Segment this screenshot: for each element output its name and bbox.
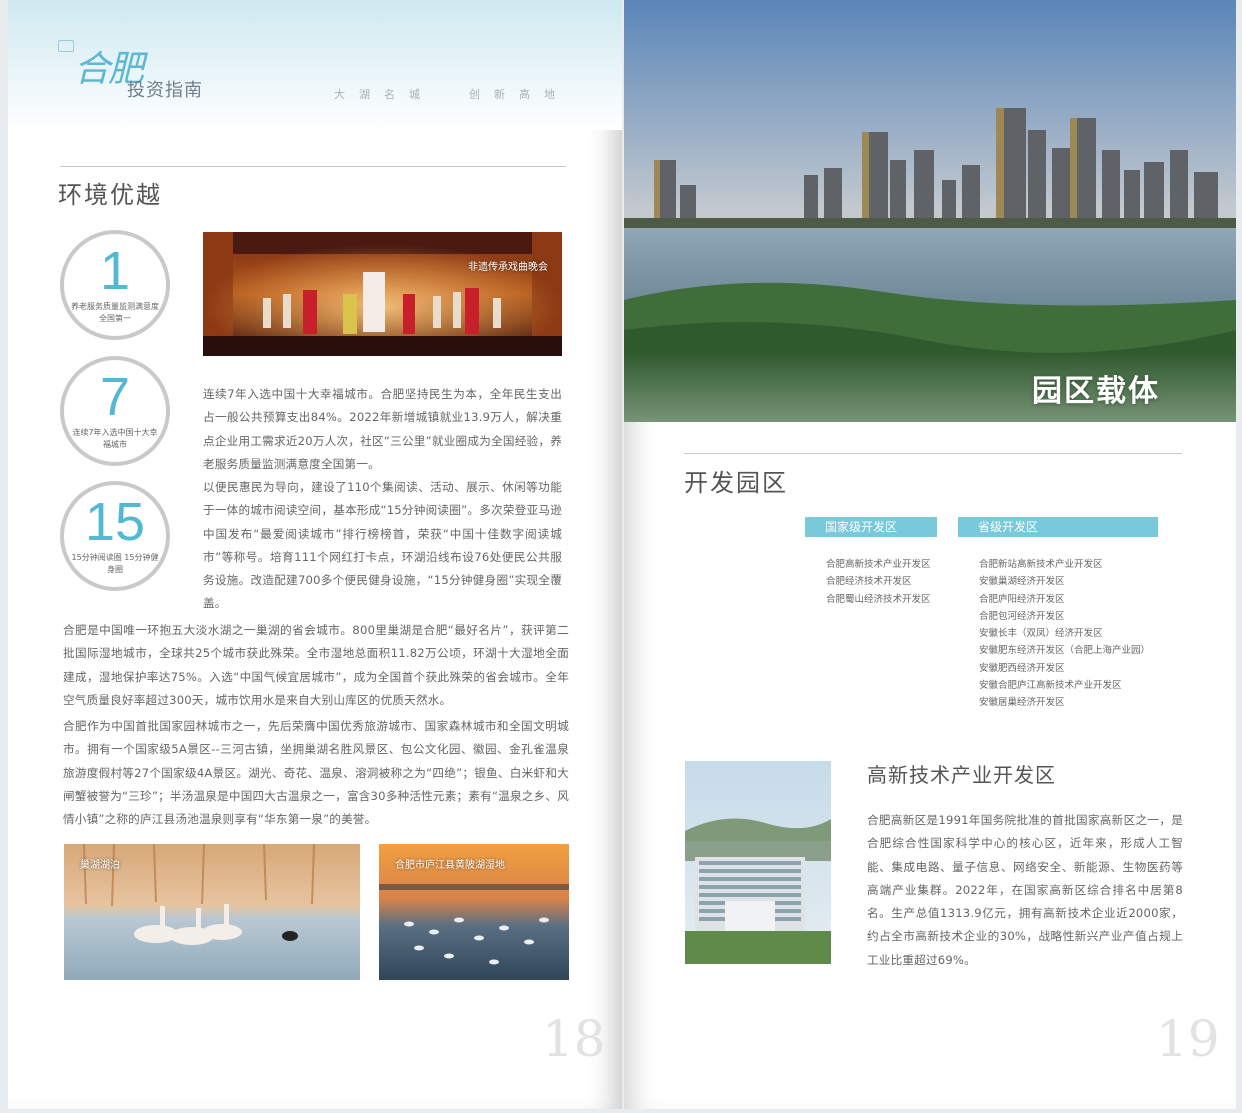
provincial-zone-list: 合肥新站高新技术产业开发区 安徽巢湖经济开发区 合肥庐阳经济开发区 合肥包河经济… — [979, 556, 1150, 712]
list-item: 合肥高新技术产业开发区 — [826, 559, 931, 570]
logo-badge-icon — [58, 40, 74, 52]
list-item: 安徽肥西经济开发区 — [979, 662, 1065, 674]
list-item: 安徽居巢经济开发区 — [979, 697, 1065, 709]
hightech-paragraph: 合肥高新区是1991年国务院批准的首批国家高新区之一，是合肥综合性国家科学中心的… — [867, 813, 1183, 967]
provincial-zone-tag: 省级开发区 — [958, 517, 1158, 537]
slogan-2: 创新高地 — [469, 88, 569, 101]
national-zone-list: 合肥高新技术产业开发区 合肥经济技术开发区 合肥蜀山经济技术开发区 — [826, 556, 931, 608]
stat-caption: 连续7年入选中国十大幸福城市 — [72, 428, 158, 449]
section-rule — [684, 453, 1182, 454]
list-item: 合肥庐阳经济开发区 — [979, 593, 1065, 605]
city-banner-photo: 园区载体 — [624, 0, 1236, 422]
list-item: 合肥蜀山经济技术开发区 — [826, 593, 931, 605]
national-zone-tag: 国家级开发区 — [805, 517, 937, 537]
stat-number: 15 — [84, 492, 146, 552]
left-page: 合肥 投资指南 大湖名城 创新高地 环境优越 1 养老服务质量监测满意度全国第一… — [8, 0, 622, 1109]
section-title: 开发园区 — [684, 469, 788, 497]
lake-photo: 巢湖湖泊 — [64, 844, 360, 980]
section-rule — [60, 166, 566, 167]
page-number: 18 — [542, 1010, 606, 1068]
list-item: 合肥新站高新技术产业开发区 — [979, 559, 1103, 570]
slogan-1: 大湖名城 — [334, 88, 434, 101]
paragraph-reading: 以便民惠民为导向，建设了110个集阅读、活动、展示、休闲等功能于一体的城市阅读空… — [203, 480, 562, 611]
banner-title: 园区载体 — [1032, 374, 1160, 409]
opera-photo: 非遗传承戏曲晚会 — [203, 232, 562, 356]
list-item: 安徽长丰（双凤）经济开发区 — [979, 628, 1103, 640]
list-item: 合肥经济技术开发区 — [826, 576, 912, 588]
wetland-photo: 合肥市庐江县黄陂湖湿地 — [379, 844, 569, 980]
paragraph-happiness: 连续7年入选中国十大幸福城市。合肥坚持民生为本，全年民生支出占一般公共预算支出8… — [203, 387, 562, 471]
hightech-title: 高新技术产业开发区 — [867, 763, 1056, 787]
stat-number: 1 — [99, 241, 131, 301]
list-item: 合肥包河经济开发区 — [979, 610, 1065, 622]
stat-caption: 15分钟阅读圈 15分钟健身圈 — [71, 553, 159, 574]
opera-caption: 非遗传承戏曲晚会 — [468, 262, 548, 273]
stat-number: 7 — [99, 367, 131, 427]
list-item: 安徽巢湖经济开发区 — [979, 576, 1065, 588]
wetland-photo-caption: 合肥市庐江县黄陂湖湿地 — [395, 860, 505, 871]
lake-photo-caption: 巢湖湖泊 — [80, 860, 120, 871]
paragraph-lake: 合肥是中国唯一环抱五大淡水湖之一巢湖的省会城市。800里巢湖是合肥“最好名片”，… — [63, 623, 569, 707]
logo-text: 投资指南 — [127, 80, 203, 101]
hightech-zone-photo — [685, 761, 831, 964]
list-item: 安徽肥东经济开发区（合肥上海产业园） — [979, 645, 1151, 657]
header-band: 合肥 投资指南 大湖名城 创新高地 — [8, 0, 622, 130]
page-number: 19 — [1156, 1010, 1220, 1068]
stat-circle-1: 1 养老服务质量监测满意度全国第一 — [60, 230, 170, 340]
right-page: 园区载体 开发园区 国家级开发区 省级开发区 合肥高新技术产业开发区 合肥经济技… — [624, 0, 1236, 1109]
stat-circle-3: 15 15分钟阅读圈 15分钟健身圈 — [60, 481, 170, 591]
stat-caption: 养老服务质量监测满意度全国第一 — [71, 302, 159, 323]
list-item: 安徽合肥庐江高新技术产业开发区 — [979, 680, 1122, 692]
section-title: 环境优越 — [58, 181, 162, 209]
paragraph-tourism: 合肥作为中国首批国家园林城市之一，先后荣膺中国优秀旅游城市、国家森林城市和全国文… — [63, 719, 569, 827]
stat-circle-2: 7 连续7年入选中国十大幸福城市 — [60, 356, 170, 466]
